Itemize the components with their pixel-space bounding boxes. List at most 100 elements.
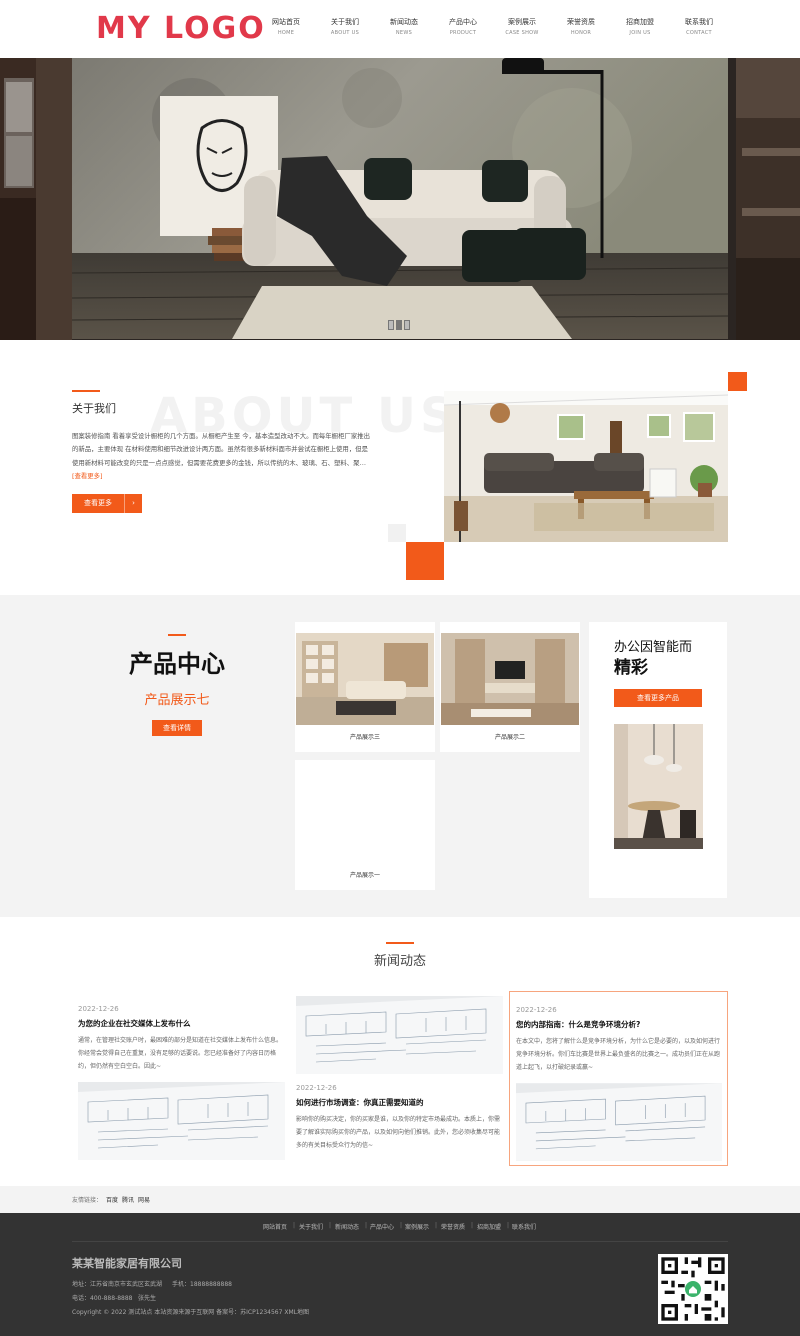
- nav-item-label: 联系我们: [685, 18, 713, 26]
- banner-slide-image: [72, 58, 728, 339]
- banner-prev-slide[interactable]: [0, 58, 72, 340]
- news-date: 2022-12-26: [78, 1005, 119, 1013]
- site-logo[interactable]: MY LOGO: [96, 11, 266, 46]
- nav-item[interactable]: 新闻动态 NEWS: [376, 17, 432, 36]
- friendly-link[interactable]: 网易: [138, 1195, 150, 1204]
- promo-more-button[interactable]: 查看更多产品: [614, 689, 702, 707]
- footer-divider: [72, 1241, 728, 1242]
- banner-next-slide[interactable]: [736, 58, 800, 340]
- friendly-links-bar: 友情链接： 百度 腾讯 网易: [0, 1186, 800, 1213]
- nav-item[interactable]: 产品中心 PRODUCT: [435, 17, 491, 36]
- news-image: [78, 1082, 285, 1160]
- product-subtitle: 产品展示七: [144, 693, 210, 708]
- nav-item-label: 产品中心: [449, 18, 477, 26]
- product-image: [441, 633, 579, 725]
- news-title[interactable]: 为您的企业在社交媒体上发布什么: [78, 1018, 286, 1029]
- nav-item[interactable]: 招商加盟 JOIN US: [612, 17, 668, 36]
- nav-item[interactable]: 联系我们 CONTACT: [671, 17, 727, 36]
- news-summary: 在本文中，您将了解什么是竞争环境分析，为什么它是必要的，以及如何进行竞争环境分析…: [516, 1038, 721, 1072]
- nav-item-label: 招商加盟: [626, 18, 654, 26]
- news-title[interactable]: 如何进行市场调查：你真正需要知道的: [296, 1097, 504, 1108]
- product-card-label: 产品展示二: [494, 734, 525, 741]
- news-item[interactable]: 2022-12-26 如何进行市场调查：你真正需要知道的 影响你的购买决定，你的…: [290, 996, 508, 1166]
- about-text: 图案装修指南 看着享受设计橱柜的几个方面。从橱柜产生至 今，基本造型改动不大。而…: [72, 430, 372, 484]
- promo-image: [614, 724, 703, 849]
- footer-copyright: Copyright © 2022 测试站点 本站资源来源于互联网 备案号：苏IC…: [72, 1309, 309, 1316]
- footer-nav-item[interactable]: 关于我们: [299, 1222, 323, 1231]
- product-card-label: 产品展示三: [349, 734, 380, 741]
- about-body: 图案装修指南 看着享受设计橱柜的几个方面。从橱柜产生至 今，基本造型改动不大。而…: [72, 432, 371, 467]
- nav-item-sublabel: NEWS: [395, 30, 413, 36]
- friendly-links-label: 友情链接：: [72, 1197, 103, 1204]
- news-item[interactable]: 2022-12-26 为您的企业在社交媒体上发布什么 通常，在管理社交账户时，最…: [72, 996, 290, 1166]
- banner-pagination: [388, 320, 410, 330]
- footer-nav-item[interactable]: 产品中心: [370, 1222, 394, 1231]
- hero-banner[interactable]: [0, 58, 800, 340]
- footer-contact: 张先生: [138, 1295, 157, 1302]
- banner-dot[interactable]: [404, 320, 410, 330]
- banner-dot[interactable]: [396, 320, 402, 330]
- nav-item-sublabel: CONTACT: [686, 30, 712, 36]
- decor-square-bottom: [406, 542, 444, 580]
- nav-item-sublabel: ABOUT US: [330, 30, 360, 36]
- nav-item-sublabel: HONOR: [570, 30, 592, 36]
- product-card[interactable]: 产品展示二: [440, 622, 580, 752]
- news-date: 2022-12-26: [516, 1006, 557, 1014]
- product-section-title: 产品中心: [129, 650, 225, 678]
- footer-phone: 电话：400-888-8888: [72, 1295, 133, 1302]
- footer-company-name: 某某智能家居有限公司: [72, 1257, 182, 1270]
- product-image: [296, 633, 434, 725]
- footer-nav-separator: |: [400, 1222, 403, 1229]
- footer-nav-separator: |: [365, 1222, 368, 1229]
- decor-square-top: [728, 372, 747, 391]
- product-detail-button[interactable]: 查看详情: [152, 720, 202, 736]
- nav-item-label: 新闻动态: [390, 18, 418, 26]
- site-header: MY LOGO 网站首页 HOME 关于我们 ABOUT US 新闻动态 NEWS 产品中心…: [0, 0, 800, 58]
- footer-nav-separator: |: [471, 1222, 474, 1229]
- about-more-button[interactable]: 查看更多 ›: [72, 494, 142, 513]
- product-card[interactable]: 产品展示三: [295, 622, 435, 752]
- nav-item[interactable]: 关于我们 ABOUT US: [317, 17, 373, 36]
- qr-code-icon: [658, 1254, 728, 1324]
- nav-item-label: 关于我们: [331, 18, 359, 26]
- nav-item-sublabel: JOIN US: [629, 30, 651, 36]
- footer-nav-item[interactable]: 招商加盟: [477, 1222, 501, 1231]
- nav-item-label: 网站首页: [272, 18, 300, 26]
- footer-nav-separator: |: [435, 1222, 438, 1229]
- nav-item-label: 荣誉资质: [567, 18, 595, 26]
- news-summary: 影响你的购买决定，你的买家是谁，以及你的特定市场最成功。本质上，你需要了解谁实际…: [296, 1116, 501, 1150]
- footer-nav-item[interactable]: 荣誉资质: [441, 1222, 465, 1231]
- news-accent-line: [386, 942, 414, 944]
- about-image: [444, 391, 728, 542]
- product-accent-line: [168, 634, 186, 636]
- promo-line2: 精彩: [614, 658, 648, 678]
- news-date: 2022-12-26: [296, 1084, 337, 1092]
- friendly-link[interactable]: 腾讯: [122, 1195, 134, 1204]
- news-item-active[interactable]: 2022-12-26 您的内部指南：什么是竞争环境分析? 在本文中，您将了解什么…: [509, 991, 728, 1166]
- footer-nav-item[interactable]: 网站首页: [263, 1222, 287, 1231]
- footer-nav-item[interactable]: 联系我们: [512, 1222, 536, 1231]
- nav-item[interactable]: 案例展示 CASE SHOW: [494, 17, 550, 36]
- arrow-right-icon: ›: [124, 494, 142, 513]
- friendly-link[interactable]: 百度: [106, 1195, 118, 1204]
- news-title[interactable]: 您的内部指南：什么是竞争环境分析?: [516, 1019, 722, 1030]
- footer-mobile: 手机：18888888888: [172, 1281, 232, 1288]
- news-section-title: 新闻动态: [373, 954, 426, 969]
- footer-nav-separator: |: [329, 1222, 332, 1229]
- nav-item-sublabel: HOME: [277, 30, 295, 36]
- about-more-button-label: 查看更多: [84, 499, 112, 507]
- product-card[interactable]: 产品展示一: [295, 760, 435, 890]
- news-image: [516, 1083, 722, 1161]
- footer-nav-separator: |: [293, 1222, 296, 1229]
- news-summary: 通常，在管理社交账户时，最困难的部分是知道在社交媒体上发布什么信息。你经常会觉得…: [78, 1037, 283, 1071]
- footer-nav-item[interactable]: 新闻动态: [335, 1222, 359, 1231]
- nav-item-sublabel: CASE SHOW: [505, 30, 539, 36]
- about-more-link[interactable]: [查看更多]: [72, 472, 103, 480]
- nav-item[interactable]: 网站首页 HOME: [258, 17, 314, 36]
- footer-nav-item[interactable]: 案例展示: [405, 1222, 429, 1231]
- decor-square-grey: [388, 524, 406, 542]
- about-title: 关于我们: [72, 402, 116, 415]
- news-image: [296, 996, 503, 1074]
- banner-dot[interactable]: [388, 320, 394, 330]
- nav-item[interactable]: 荣誉资质 HONOR: [553, 17, 609, 36]
